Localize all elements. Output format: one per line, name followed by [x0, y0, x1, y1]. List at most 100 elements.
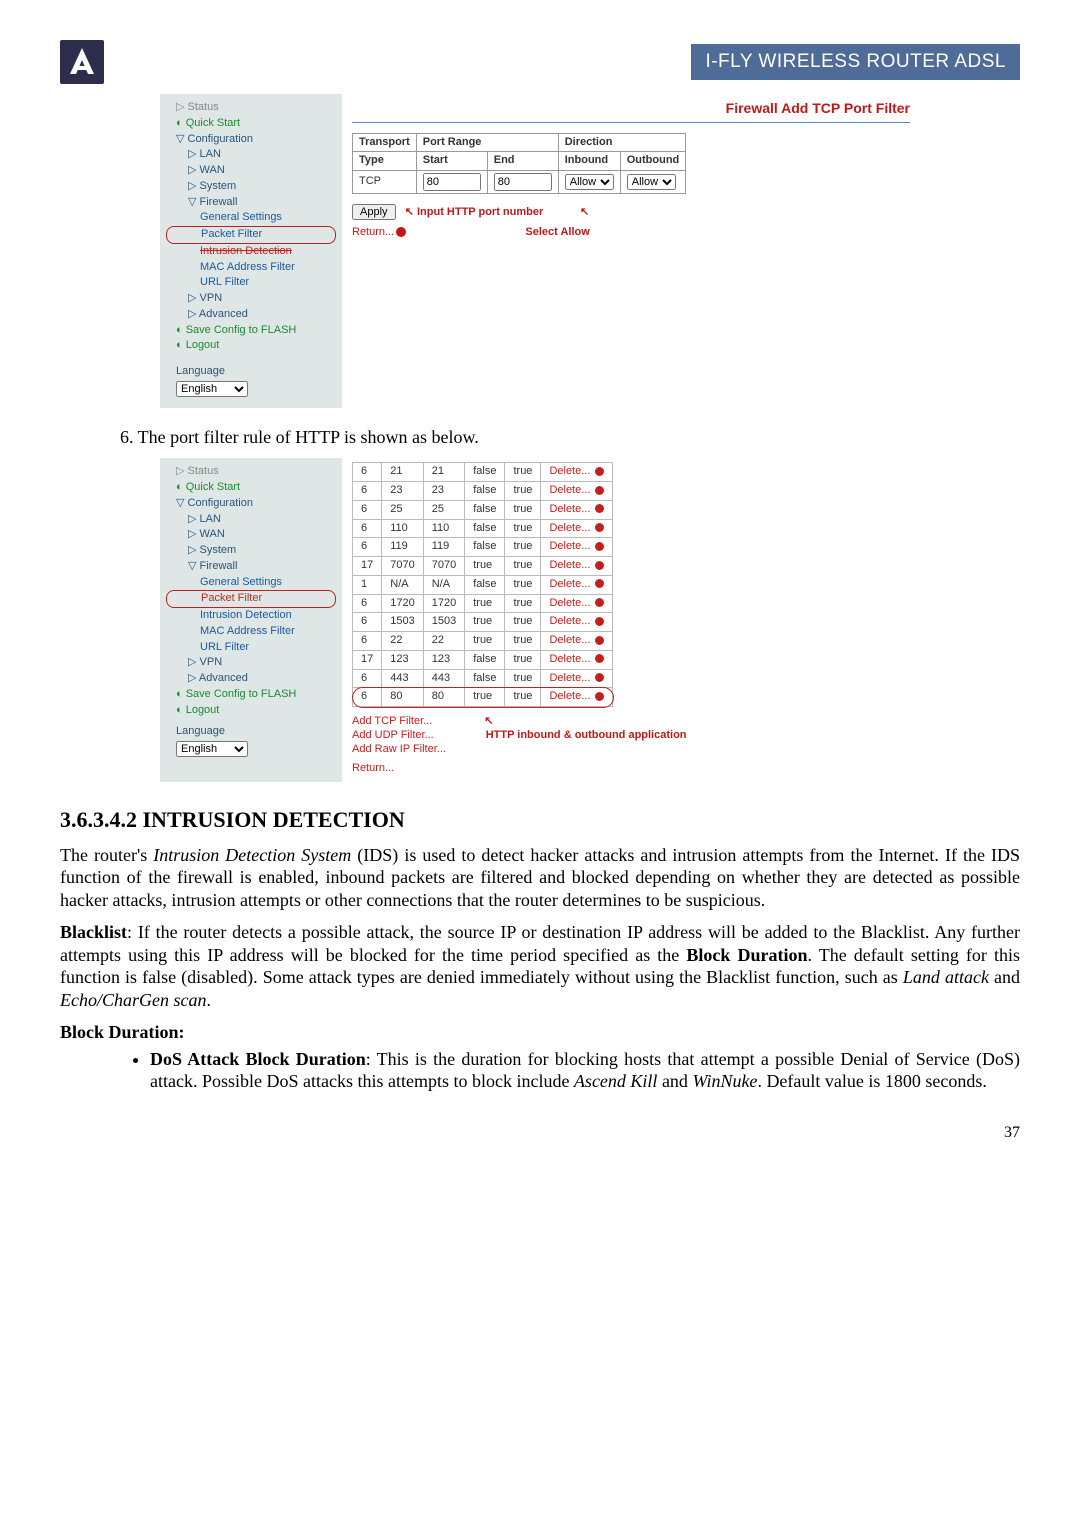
lang2-select[interactable]: English — [176, 741, 248, 757]
table-cell: true — [505, 538, 541, 557]
apply-button[interactable] — [352, 204, 396, 220]
nav2-save[interactable]: Save Config to FLASH — [186, 688, 297, 700]
nav-config[interactable]: Configuration — [188, 133, 253, 145]
table-cell: 6 — [353, 519, 382, 538]
table-cell: false — [465, 500, 505, 519]
table-cell: 110 — [382, 519, 423, 538]
outbound-select[interactable]: Allow — [627, 174, 676, 190]
add-udp-link[interactable]: Add UDP Filter... — [352, 729, 434, 741]
para3-title: Block Duration: — [60, 1022, 185, 1042]
lang2-label: Language — [166, 724, 336, 740]
table-cell: true — [505, 519, 541, 538]
nav2-logout[interactable]: Logout — [186, 704, 220, 716]
nav-system[interactable]: System — [200, 180, 237, 192]
table-cell: 6 — [353, 594, 382, 613]
delete-link[interactable]: Delete... — [541, 557, 613, 576]
add-raw-link[interactable]: Add Raw IP Filter... — [352, 743, 446, 755]
nav-lan[interactable]: LAN — [200, 148, 221, 160]
delete-link[interactable]: Delete... — [541, 519, 613, 538]
end-input[interactable] — [494, 173, 552, 191]
step6-text: 6. The port filter rule of HTTP is shown… — [120, 426, 960, 449]
nav-general-settings[interactable]: General Settings — [166, 210, 336, 226]
table-cell: 6 — [353, 688, 382, 707]
lang-select[interactable]: English — [176, 381, 248, 397]
table-row: 17123123falsetrueDelete... — [353, 650, 613, 669]
table-row: 62525falsetrueDelete... — [353, 500, 613, 519]
table-cell: true — [505, 557, 541, 576]
table-cell: 7070 — [382, 557, 423, 576]
nav-packet-filter[interactable]: Packet Filter — [166, 226, 336, 244]
nav2-config[interactable]: Configuration — [188, 497, 253, 509]
nav-save[interactable]: Save Config to FLASH — [186, 324, 297, 336]
table-cell: 443 — [382, 669, 423, 688]
nav-quick[interactable]: Quick Start — [186, 117, 240, 129]
table-cell: 25 — [423, 500, 464, 519]
table-cell: N/A — [382, 575, 423, 594]
table-cell: true — [505, 613, 541, 632]
nav2-lan[interactable]: LAN — [200, 513, 221, 525]
nav2-url[interactable]: URL Filter — [166, 640, 336, 656]
delete-link[interactable]: Delete... — [541, 575, 613, 594]
para2: Blacklist: If the router detects a possi… — [60, 921, 1020, 1011]
nav2-status[interactable]: Status — [188, 465, 219, 477]
table-cell: true — [505, 575, 541, 594]
nav2-system[interactable]: System — [200, 544, 237, 556]
delete-link[interactable]: Delete... — [541, 500, 613, 519]
nav2-quick[interactable]: Quick Start — [186, 481, 240, 493]
nav-vpn[interactable]: VPN — [200, 292, 223, 304]
nav2-wan[interactable]: WAN — [200, 528, 225, 540]
table-cell: 6 — [353, 500, 382, 519]
table-cell: 119 — [423, 538, 464, 557]
nav-wan[interactable]: WAN — [200, 164, 225, 176]
table-cell: 1720 — [423, 594, 464, 613]
table-cell: 22 — [382, 632, 423, 651]
start-input[interactable] — [423, 173, 481, 191]
nav-status[interactable]: Status — [188, 101, 219, 113]
table-cell: 22 — [423, 632, 464, 651]
th-start: Start — [416, 152, 487, 171]
table-cell: 17 — [353, 650, 382, 669]
delete-link[interactable]: Delete... — [541, 688, 613, 707]
th-outbound: Outbound — [620, 152, 686, 171]
nav2-general[interactable]: General Settings — [166, 575, 336, 591]
delete-link[interactable]: Delete... — [541, 669, 613, 688]
nav-mac-filter[interactable]: MAC Address Filter — [166, 260, 336, 276]
nav-url-filter[interactable]: URL Filter — [166, 275, 336, 291]
inbound-select[interactable]: Allow — [565, 174, 614, 190]
nav2-vpn[interactable]: VPN — [200, 656, 223, 668]
add-tcp-link[interactable]: Add TCP Filter... — [352, 715, 432, 727]
table-row: 6119119falsetrueDelete... — [353, 538, 613, 557]
delete-link[interactable]: Delete... — [541, 594, 613, 613]
lang-label: Language — [166, 364, 336, 380]
delete-link[interactable]: Delete... — [541, 482, 613, 501]
nav-advanced[interactable]: Advanced — [199, 308, 248, 320]
nav2-firewall[interactable]: Firewall — [200, 560, 238, 572]
delete-link[interactable]: Delete... — [541, 650, 613, 669]
table-cell: true — [505, 688, 541, 707]
delete-link[interactable]: Delete... — [541, 632, 613, 651]
table-cell: 123 — [382, 650, 423, 669]
nav2-mac[interactable]: MAC Address Filter — [166, 624, 336, 640]
table-cell: 1503 — [423, 613, 464, 632]
nav2-pfilter[interactable]: Packet Filter — [166, 590, 336, 608]
nav2-adv[interactable]: Advanced — [199, 672, 248, 684]
delete-link[interactable]: Delete... — [541, 538, 613, 557]
delete-link[interactable]: Delete... — [541, 613, 613, 632]
delete-link[interactable]: Delete... — [541, 463, 613, 482]
table-row: 617201720truetrueDelete... — [353, 594, 613, 613]
cell-tcp: TCP — [353, 171, 417, 194]
return2-link[interactable]: Return... — [352, 762, 394, 774]
table-cell: false — [465, 575, 505, 594]
table-cell: true — [465, 688, 505, 707]
nav2-intrusion[interactable]: Intrusion Detection — [166, 608, 336, 624]
nav-logout[interactable]: Logout — [186, 339, 220, 351]
table-cell: false — [465, 538, 505, 557]
table-cell: true — [465, 613, 505, 632]
table-cell: 1720 — [382, 594, 423, 613]
table-cell: true — [505, 463, 541, 482]
table-cell: true — [465, 632, 505, 651]
note-select: Select Allow — [525, 226, 589, 238]
nav-firewall[interactable]: Firewall — [200, 196, 238, 208]
nav-intrusion-detect[interactable]: Intrusion Detection — [166, 244, 336, 260]
return-link[interactable]: Return... — [352, 226, 394, 238]
